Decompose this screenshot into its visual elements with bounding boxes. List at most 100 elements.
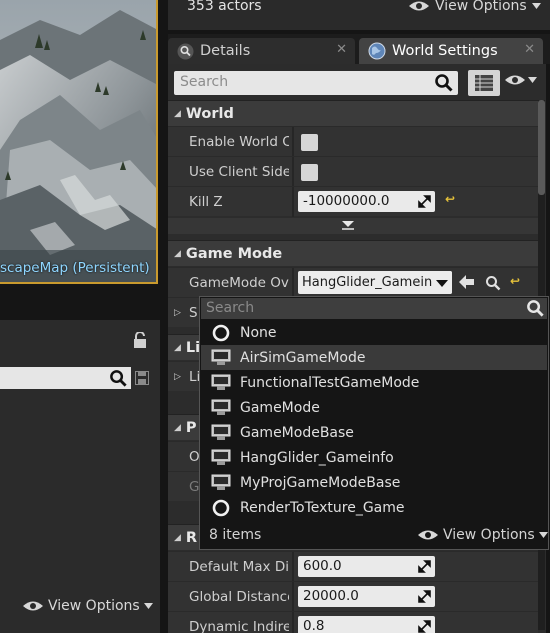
class-option-gamemode[interactable]: GameMode xyxy=(201,395,547,420)
details-view-options-button[interactable] xyxy=(504,74,537,86)
browse-search-icon[interactable] xyxy=(485,275,501,291)
class-picker-search-input[interactable]: Search xyxy=(201,298,547,319)
class-option-functionaltestgamemode[interactable]: FunctionalTestGameMode xyxy=(201,370,547,395)
tab-bar: Details ✕ World Settings ✕ xyxy=(168,34,550,64)
class-option-label: GameMode xyxy=(240,399,320,416)
column-splitter[interactable] xyxy=(292,552,294,582)
global-distance-field-value: 20000.0 xyxy=(303,588,359,604)
property-row-use-client-side: Use Client Side L xyxy=(168,156,538,187)
blueprint-class-icon xyxy=(211,448,231,468)
view-options-label: View Options xyxy=(435,0,527,14)
details-scrollbar-thumb[interactable] xyxy=(538,100,545,195)
outliner-search-input[interactable] xyxy=(0,367,131,389)
category-world[interactable]: ◢ World xyxy=(168,100,538,126)
class-option-none[interactable]: None xyxy=(201,320,547,345)
property-label: Global DistanceF xyxy=(189,589,289,605)
collapse-triangle-icon: ◢ xyxy=(174,422,181,433)
class-option-myprojgamemodebase[interactable]: MyProjGameModeBase xyxy=(201,470,547,495)
blueprint-class-icon xyxy=(211,348,231,368)
dropdown-arrow-icon xyxy=(528,77,537,83)
class-option-rendertotexture-game[interactable]: RenderToTexture_Game xyxy=(201,495,547,520)
eye-icon xyxy=(22,600,44,612)
collapse-triangle-icon: ◢ xyxy=(174,248,181,259)
blueprint-class-icon xyxy=(211,373,231,393)
use-client-side-checkbox[interactable] xyxy=(301,164,318,181)
global-distance-field-input[interactable]: 20000.0 xyxy=(298,586,435,607)
search-placeholder: Search xyxy=(206,300,255,316)
class-option-label: FunctionalTestGameMode xyxy=(240,374,420,391)
drag-arrows-icon[interactable] xyxy=(418,590,431,603)
property-row-enable-world-composition: Enable World Co xyxy=(168,126,538,157)
column-splitter[interactable] xyxy=(292,157,294,187)
column-splitter[interactable] xyxy=(292,268,294,298)
gamemode-override-value: HangGlider_Gameinfo xyxy=(302,275,445,290)
property-label: GameMode Over xyxy=(189,275,289,291)
property-row-kill-z: Kill Z -10000000.0 ↩ xyxy=(168,186,538,217)
close-tab-icon[interactable]: ✕ xyxy=(524,42,535,57)
collapse-triangle-icon: ◢ xyxy=(174,532,181,543)
advanced-expander[interactable] xyxy=(168,218,538,234)
property-label: Enable World Co xyxy=(189,134,289,150)
item-count: 8 items xyxy=(209,527,262,543)
dropdown-arrow-icon xyxy=(143,603,153,609)
tab-details[interactable]: Details ✕ xyxy=(168,38,355,64)
view-options-button[interactable]: View Options xyxy=(408,0,541,14)
tab-details-label: Details xyxy=(200,43,251,59)
grid-icon xyxy=(475,75,493,91)
drag-arrows-icon[interactable] xyxy=(418,560,431,573)
gamemode-override-combo[interactable]: HangGlider_Gameinfo xyxy=(298,271,452,294)
expand-triangle-icon[interactable]: ▷ xyxy=(174,372,181,382)
close-tab-icon[interactable]: ✕ xyxy=(336,42,347,57)
class-option-label: AirSimGameMode xyxy=(240,349,366,366)
category-lighting-label: Li xyxy=(185,339,201,356)
kill-z-value: -10000000.0 xyxy=(303,193,390,209)
column-splitter[interactable] xyxy=(292,187,294,217)
expand-down-icon xyxy=(342,221,354,231)
column-splitter[interactable] xyxy=(292,612,294,633)
class-option-hangglider-gameinfo[interactable]: HangGlider_Gameinfo xyxy=(201,445,547,470)
outliner-view-options-button[interactable]: View Options xyxy=(22,598,153,614)
property-label: Dynamic Indirect xyxy=(189,619,289,633)
enable-world-composition-checkbox[interactable] xyxy=(301,134,318,151)
circle-icon xyxy=(211,498,231,518)
reset-to-default-icon[interactable]: ↩ xyxy=(510,274,520,288)
property-row-dynamic-indirect: Dynamic Indirect 0.8 xyxy=(168,611,538,633)
view-options-label: View Options xyxy=(48,598,140,614)
class-option-airsimgamemode[interactable]: AirSimGameMode xyxy=(201,345,547,370)
blueprint-class-icon xyxy=(211,398,231,418)
dynamic-indirect-input[interactable]: 0.8 xyxy=(298,616,435,633)
level-viewport[interactable]: scapeMap (Persistent) xyxy=(0,0,158,284)
use-selected-arrow-icon[interactable] xyxy=(459,275,474,289)
circle-icon xyxy=(211,323,231,343)
expand-triangle-icon[interactable]: ▷ xyxy=(174,308,181,318)
outliner-footer: 353 actors View Options xyxy=(168,0,550,30)
eye-icon xyxy=(408,0,430,12)
column-splitter[interactable] xyxy=(292,582,294,612)
collapse-triangle-icon: ◢ xyxy=(174,108,181,119)
lock-icon[interactable] xyxy=(133,332,147,349)
actor-count: 353 actors xyxy=(187,0,262,14)
save-icon[interactable] xyxy=(135,371,149,385)
dropdown-arrow-icon xyxy=(538,532,548,538)
view-options-label: View Options xyxy=(443,527,535,543)
scene-outliner-panel: View Options xyxy=(0,320,160,633)
column-splitter[interactable] xyxy=(292,127,294,157)
dropdown-arrow-icon xyxy=(531,3,541,9)
drag-arrows-icon[interactable] xyxy=(418,195,431,208)
class-option-gamemodebase[interactable]: GameModeBase xyxy=(201,420,547,445)
dynamic-indirect-value: 0.8 xyxy=(303,618,325,633)
property-row-global-distance-field: Global DistanceF 20000.0 xyxy=(168,581,538,612)
class-option-label: HangGlider_Gameinfo xyxy=(240,449,394,466)
default-max-distance-input[interactable]: 600.0 xyxy=(298,556,435,577)
category-game-mode[interactable]: ◢ Game Mode xyxy=(168,240,538,266)
reset-to-default-icon[interactable]: ↩ xyxy=(445,192,455,206)
search-icon xyxy=(434,73,454,93)
tab-world-settings[interactable]: World Settings ✕ xyxy=(359,38,543,64)
property-matrix-button[interactable] xyxy=(468,70,500,96)
details-search-input[interactable]: Search xyxy=(174,71,458,95)
picker-view-options-button[interactable]: View Options xyxy=(417,527,548,543)
collapse-triangle-icon: ◢ xyxy=(174,342,181,353)
search-icon xyxy=(526,299,545,318)
drag-arrows-icon[interactable] xyxy=(418,620,431,633)
kill-z-input[interactable]: -10000000.0 xyxy=(298,191,435,212)
